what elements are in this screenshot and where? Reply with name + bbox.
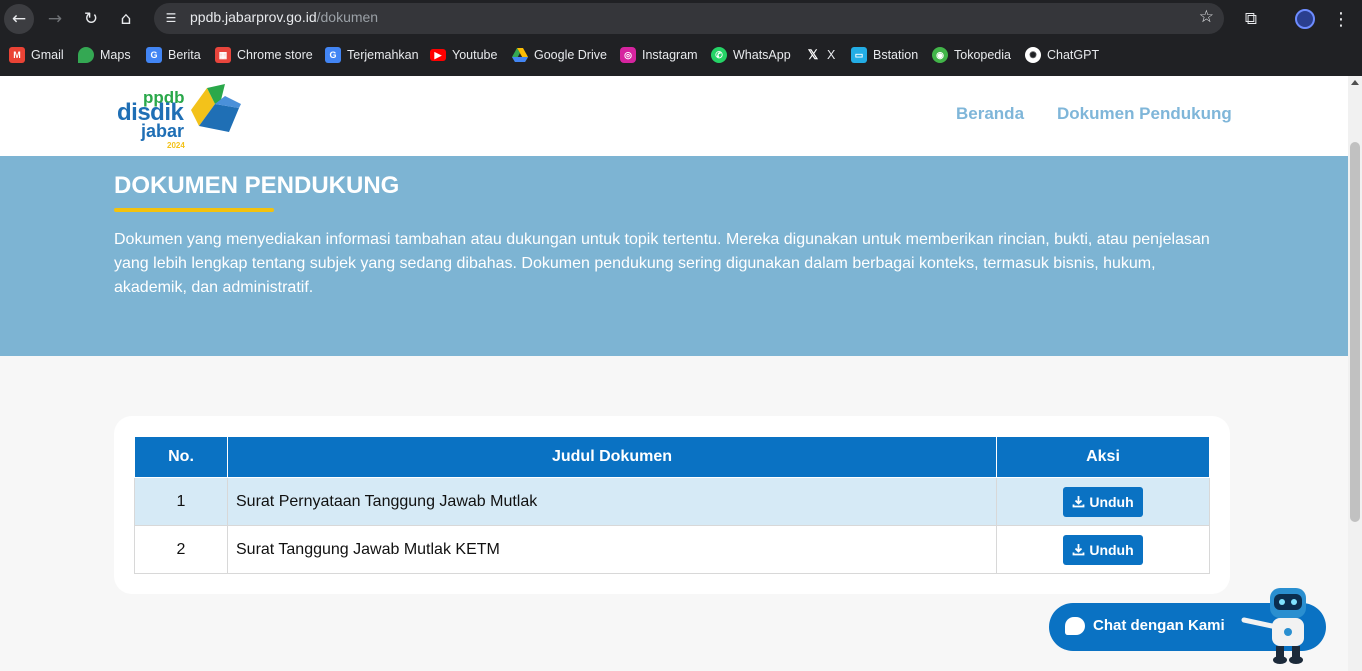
bookmark-tokopedia[interactable]: ◉ Tokopedia [932,42,1011,68]
mascot-robot-icon[interactable] [1240,586,1315,666]
row-number: 2 [134,525,228,574]
bookmark-drive[interactable]: Google Drive [512,42,607,68]
maps-icon [78,47,94,63]
bookmark-terjemahkan[interactable]: G Terjemahkan [325,42,419,68]
x-icon: 𝕏 [807,47,819,62]
bookmark-label: Gmail [31,48,64,62]
gmail-icon: M [9,47,25,63]
header-title: Judul Dokumen [227,436,997,478]
bookmark-label: Bstation [873,48,919,62]
download-icon [1072,496,1085,508]
bookmarks-bar: M Gmail Maps G Berita ▦ Chrome store G Terje… [0,42,1362,68]
scroll-thumb[interactable] [1350,142,1360,522]
row-number: 1 [134,477,228,526]
page-scrollbar[interactable] [1348,76,1362,671]
header-action: Aksi [996,436,1210,478]
download-button[interactable]: Unduh [1063,534,1143,565]
download-label: Unduh [1089,493,1134,510]
title-underline [114,208,274,212]
row-action-cell: Unduh [996,525,1210,574]
download-icon [1072,544,1085,556]
url-text[interactable]: ppdb.jabarprov.go.id/dokumen [190,9,378,25]
profile-avatar[interactable] [1290,4,1320,34]
news-icon: G [146,47,162,63]
bookmark-chrome-store[interactable]: ▦ Chrome store [215,42,313,68]
download-button[interactable]: Unduh [1063,486,1143,517]
page-title: DOKUMEN PENDUKUNG [114,172,400,199]
browser-chrome: ← → ↻ ⌂ ☰ ppdb.jabarprov.go.id/dokumen ☆… [0,0,1362,76]
chatgpt-icon: ✺ [1025,47,1041,63]
bookmark-label: Google Drive [534,48,607,62]
tokopedia-icon: ◉ [932,47,948,63]
bstation-icon: ▭ [851,47,867,63]
extensions-icon[interactable]: ⧉ [1236,4,1266,34]
scroll-up-arrow-icon[interactable] [1351,80,1359,85]
chrome-store-icon: ▦ [215,47,231,63]
url-host: ppdb.jabarprov.go.id [190,9,317,25]
table-header-row: No. Judul Dokumen Aksi [134,436,1210,478]
bookmark-chatgpt[interactable]: ✺ ChatGPT [1025,42,1099,68]
bookmark-label: Chrome store [237,48,313,62]
documents-table: No. Judul Dokumen Aksi 1 Surat Pernyataa… [134,436,1210,574]
forward-icon[interactable]: → [40,4,70,34]
bookmark-star-icon[interactable]: ☆ [1199,7,1214,27]
header-no: No. [134,436,228,478]
bookmark-berita[interactable]: G Berita [146,42,201,68]
hero-banner: DOKUMEN PENDUKUNG Dokumen yang menyediak… [0,156,1348,356]
bookmark-gmail[interactable]: M Gmail [9,42,64,68]
documents-card: No. Judul Dokumen Aksi 1 Surat Pernyataa… [114,416,1230,594]
whatsapp-icon: ✆ [711,47,727,63]
bookmark-label: Instagram [642,48,698,62]
bookmark-maps[interactable]: Maps [78,42,131,68]
bookmark-label: WhatsApp [733,48,791,62]
logo-text-year: 2024 [167,141,185,150]
bookmark-label: X [827,48,836,62]
row-title: Surat Pernyataan Tanggung Jawab Mutlak [227,477,997,526]
page-description: Dokumen yang menyediakan informasi tamba… [114,231,1210,296]
home-icon[interactable]: ⌂ [111,4,141,34]
download-label: Unduh [1089,541,1134,558]
translate-icon: G [325,47,341,63]
bookmark-bstation[interactable]: ▭ Bstation [851,42,918,68]
bookmark-label: Terjemahkan [347,48,419,62]
book-logo-icon [191,84,241,132]
logo-text-jabar: jabar [141,121,185,141]
bookmark-label: Youtube [452,48,498,62]
bookmark-label: Tokopedia [954,48,1011,62]
bookmark-x[interactable]: 𝕏X [805,42,836,68]
bookmark-youtube[interactable]: ▶ Youtube [430,42,497,68]
drive-icon [512,47,528,63]
instagram-icon: ◎ [620,47,636,63]
row-action-cell: Unduh [996,477,1210,526]
bookmark-label: ChatGPT [1047,48,1100,62]
nav-beranda[interactable]: Beranda [956,104,1024,124]
address-bar[interactable]: ☰ ppdb.jabarprov.go.id/dokumen ☆ [154,3,1224,34]
bookmark-label: Berita [168,48,201,62]
url-path: /dokumen [316,9,379,25]
back-icon[interactable]: ← [4,4,34,34]
youtube-icon: ▶ [430,49,446,61]
nav-dokumen-pendukung[interactable]: Dokumen Pendukung [1057,104,1232,124]
menu-kebab-icon[interactable]: ⋮ [1326,4,1356,34]
table-row: 1 Surat Pernyataan Tanggung Jawab Mutlak… [134,477,1210,526]
bookmark-whatsapp[interactable]: ✆ WhatsApp [711,42,791,68]
bookmark-label: Maps [100,48,131,62]
browser-toolbar: ← → ↻ ⌂ ☰ ppdb.jabarprov.go.id/dokumen ☆… [0,0,1362,38]
chat-bubble-icon [1065,617,1085,635]
row-title: Surat Tanggung Jawab Mutlak KETM [227,525,997,574]
site-settings-icon[interactable]: ☰ [162,9,180,27]
page-viewport: ppdb disdik jabar 2024 Beranda Dokumen P… [0,76,1348,671]
table-row: 2 Surat Tanggung Jawab Mutlak KETM Unduh [134,525,1210,574]
site-logo[interactable]: ppdb disdik jabar 2024 [116,82,246,154]
chat-label: Chat dengan Kami [1093,617,1225,634]
reload-icon[interactable]: ↻ [76,4,106,34]
bookmark-instagram[interactable]: ◎ Instagram [620,42,698,68]
site-header: ppdb disdik jabar 2024 Beranda Dokumen P… [0,76,1348,156]
